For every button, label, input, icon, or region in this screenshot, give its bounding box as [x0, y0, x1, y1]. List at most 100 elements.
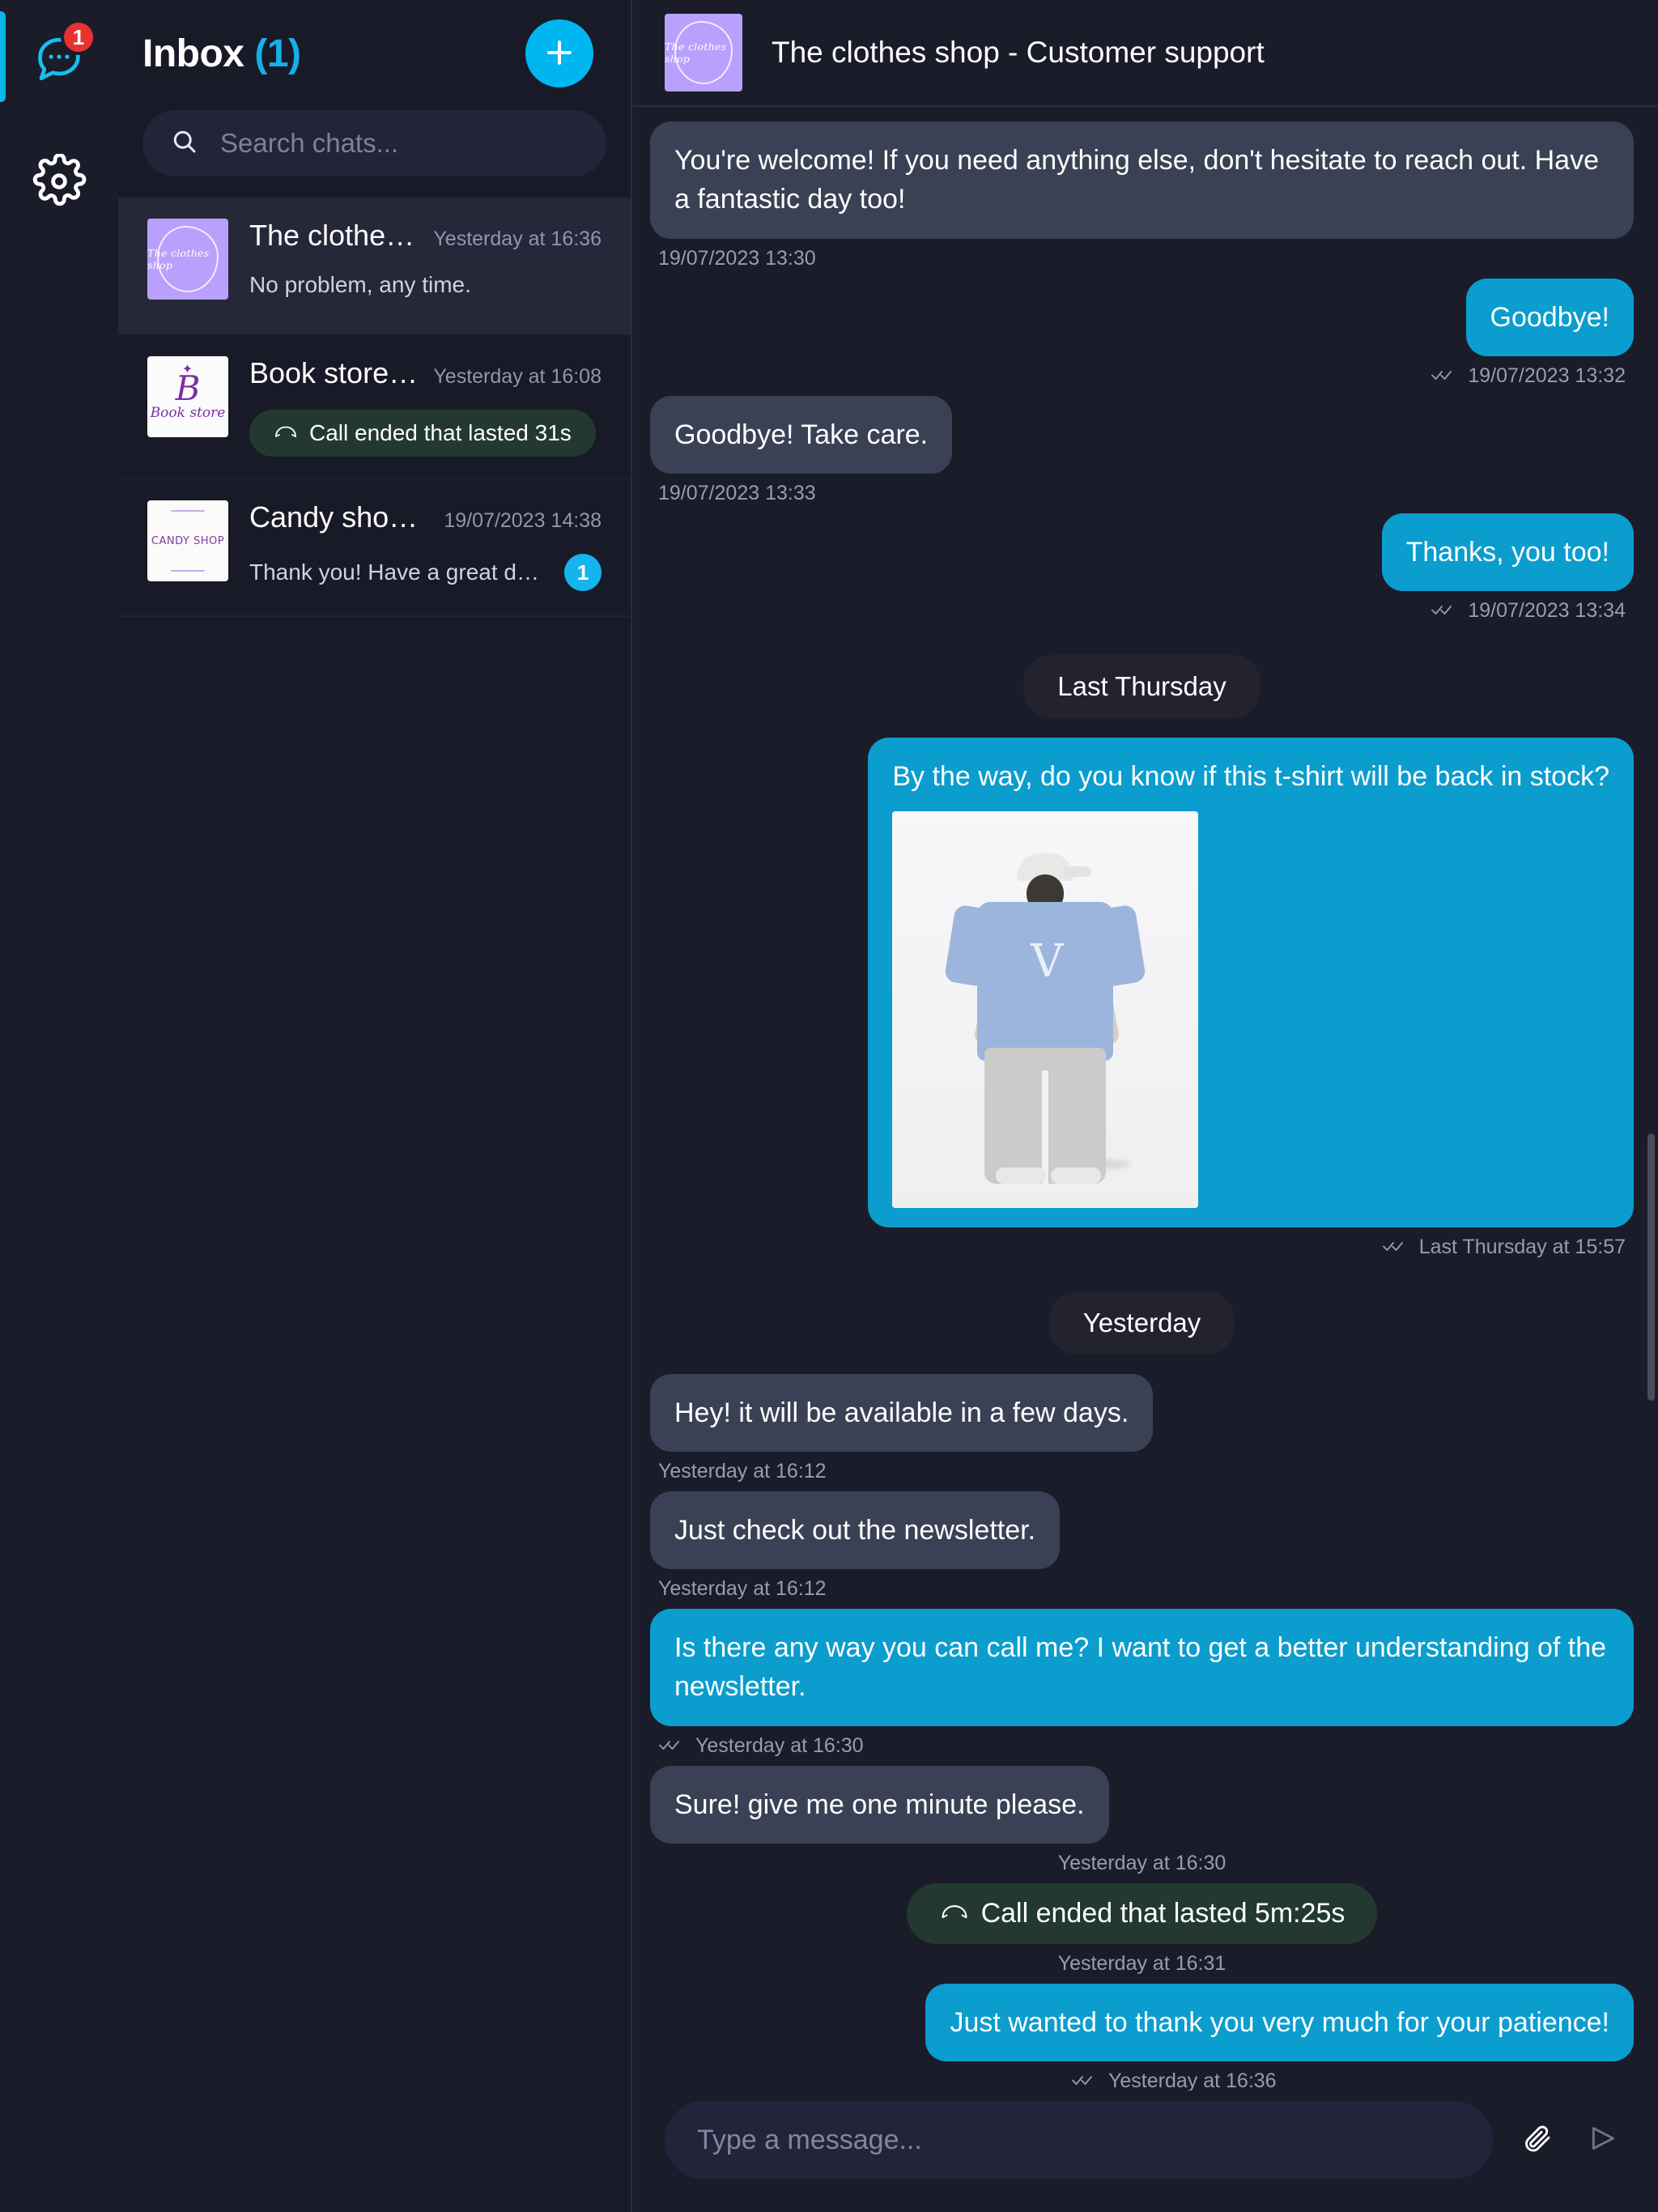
message-text: By the way, do you know if this t-shirt …: [892, 761, 1609, 793]
message-text: Just check out the newsletter.: [650, 1491, 1061, 1570]
search-box[interactable]: [142, 110, 606, 177]
chat-preview: No problem, any time.: [249, 272, 471, 297]
message-timestamp: 19/07/2023 13:33: [658, 482, 816, 505]
message-text: You're welcome! If you need anything els…: [650, 121, 1634, 239]
read-receipt-icon: [658, 1734, 684, 1758]
conversation-header: The clothes shop The clothes shop - Cust…: [632, 0, 1658, 107]
search-input[interactable]: [220, 128, 579, 159]
chat-sidebar: Inbox (1) Search chats... The clothes sh…: [118, 0, 632, 2212]
day-separator: Last Thursday: [1023, 655, 1261, 719]
message-text: Thanks, you too!: [1381, 513, 1634, 592]
message-bubble-incoming[interactable]: You're welcome! If you need anything els…: [650, 121, 1634, 270]
chat-application: 1 Inbox (1) Search chats... The clothes …: [0, 0, 1658, 2212]
message-timestamp: Yesterday at 16:36: [1108, 2069, 1277, 2091]
message-timestamp: Yesterday at 16:12: [658, 1459, 827, 1482]
message-meta: Last Thursday at 15:57: [1382, 1236, 1626, 1259]
sidebar-header: Inbox (1): [118, 0, 631, 107]
message-timestamp: Yesterday at 16:30: [695, 1733, 864, 1757]
active-rail-indicator: [0, 11, 6, 102]
message-timestamp: Yesterday at 16:30: [1057, 1851, 1226, 1874]
conversation-panel: The clothes shop The clothes shop - Cust…: [632, 0, 1658, 2212]
message-meta: 19/07/2023 13:30: [658, 247, 816, 270]
message-bubble-incoming[interactable]: Sure! give me one minute please. Yesterd…: [650, 1765, 1634, 1875]
new-chat-button[interactable]: [525, 19, 593, 87]
list-item[interactable]: ✦ B Book store Book store - Billing Yest…: [118, 335, 631, 479]
message-text: Goodbye! Take care.: [650, 395, 953, 474]
day-separator: Yesterday: [1048, 1291, 1235, 1355]
chat-timestamp: 19/07/2023 14:38: [444, 509, 602, 532]
avatar: The clothes shop: [665, 14, 742, 91]
message-timestamp: 19/07/2023 13:34: [1468, 599, 1626, 623]
message-meta: Yesterday at 16:31: [1058, 1952, 1226, 1976]
photo-tshirt-logo: V: [1031, 934, 1064, 988]
message-bubble-outgoing[interactable]: Just wanted to thank you very much for y…: [650, 1983, 1634, 2091]
photo-pants: [984, 1047, 1107, 1184]
message-meta: Yesterday at 16:30: [1058, 1852, 1226, 1875]
image-message-bubble: By the way, do you know if this t-shirt …: [868, 738, 1634, 1227]
read-receipt-icon: [1071, 2069, 1097, 2091]
message-meta: 19/07/2023 13:32: [1431, 364, 1626, 388]
send-icon: [1587, 2122, 1619, 2159]
avatar: The clothes shop: [147, 219, 228, 300]
phone-icon: [939, 1898, 970, 1929]
message-bubble-outgoing-with-image[interactable]: By the way, do you know if this t-shirt …: [650, 738, 1634, 1258]
avatar: ✦ B Book store: [147, 356, 228, 437]
message-image[interactable]: V: [892, 810, 1199, 1208]
chat-name: The clothes shop - Custome...: [249, 219, 419, 252]
message-bubble-outgoing[interactable]: Is there any way you can call me? I want…: [650, 1609, 1634, 1758]
page-title: Inbox (1): [142, 32, 301, 76]
message-timestamp: Last Thursday at 15:57: [1418, 1235, 1626, 1258]
message-meta: 19/07/2023 13:34: [1431, 599, 1626, 623]
avatar-label: Book store: [150, 405, 226, 422]
call-ended-pill: Call ended that lasted 31s: [249, 410, 596, 457]
sidebar-item-chats[interactable]: 1: [17, 18, 101, 102]
inbox-count: (1): [254, 32, 301, 75]
chat-name: Candy shop - Online orders: [249, 500, 429, 534]
list-item[interactable]: The clothes shop The clothes shop - Cust…: [118, 198, 631, 335]
navigation-rail: 1: [0, 0, 118, 2212]
chat-list: The clothes shop The clothes shop - Cust…: [118, 198, 631, 2212]
inbox-label: Inbox: [142, 32, 244, 75]
avatar-label: The clothes shop: [147, 247, 210, 271]
message-bubble-incoming[interactable]: Just check out the newsletter. Yesterday…: [650, 1491, 1634, 1601]
search-container: [118, 107, 631, 198]
sidebar-item-settings[interactable]: [17, 141, 101, 225]
call-ended-pill: Call ended that lasted 5m:25s: [906, 1882, 1378, 1944]
photo-tshirt: V: [977, 901, 1114, 1061]
send-button[interactable]: [1580, 2117, 1626, 2163]
avatar: CANDY SHOP: [147, 500, 228, 581]
gear-icon: [32, 152, 87, 213]
plus-icon: [542, 35, 577, 73]
message-input[interactable]: [697, 2124, 1460, 2156]
chats-unread-badge: 1: [61, 19, 96, 55]
message-text: Sure! give me one minute please.: [650, 1765, 1109, 1844]
message-text: Is there any way you can call me? I want…: [650, 1609, 1634, 1726]
message-timestamp: 19/07/2023 13:30: [658, 246, 816, 270]
message-scrollbar[interactable]: [1647, 1134, 1655, 1401]
message-bubble-incoming[interactable]: Hey! it will be available in a few days.…: [650, 1373, 1634, 1483]
list-item-body: Book store - Billing Yesterday at 16:08: [249, 356, 602, 457]
system-call-message: Call ended that lasted 5m:25s Yesterday …: [650, 1882, 1634, 1976]
chat-timestamp: Yesterday at 16:36: [433, 228, 602, 250]
message-bubble-outgoing[interactable]: Thanks, you too! 19/07/2023 13:34: [650, 513, 1634, 623]
message-text: Hey! it will be available in a few days.: [650, 1373, 1154, 1452]
message-bubble-outgoing[interactable]: Goodbye! 19/07/2023 13:32: [650, 278, 1634, 388]
message-list: You're welcome! If you need anything els…: [632, 107, 1658, 2091]
message-timestamp: Yesterday at 16:12: [658, 1577, 827, 1601]
message-bubble-incoming[interactable]: Goodbye! Take care. 19/07/2023 13:33: [650, 395, 1634, 505]
message-text: Goodbye!: [1465, 278, 1634, 356]
call-pill-label: Call ended that lasted 31s: [309, 420, 572, 445]
composer-input-box[interactable]: [665, 2101, 1493, 2179]
sparkle-icon: ✦: [181, 363, 194, 376]
chat-preview: Thank you! Have a great day too!: [249, 559, 551, 585]
attach-button[interactable]: [1514, 2117, 1559, 2163]
day-separator-label: Yesterday: [1048, 1291, 1235, 1355]
search-icon: [170, 127, 199, 160]
read-receipt-icon: [1431, 364, 1456, 388]
day-separator-label: Last Thursday: [1023, 655, 1261, 719]
read-receipt-icon: [1382, 1236, 1408, 1259]
chat-name: Book store - Billing: [249, 356, 419, 389]
message-meta: Yesterday at 16:12: [658, 1577, 827, 1601]
call-pill-label: Call ended that lasted 5m:25s: [980, 1897, 1346, 1929]
list-item[interactable]: CANDY SHOP Candy shop - Online orders 19…: [118, 479, 631, 617]
